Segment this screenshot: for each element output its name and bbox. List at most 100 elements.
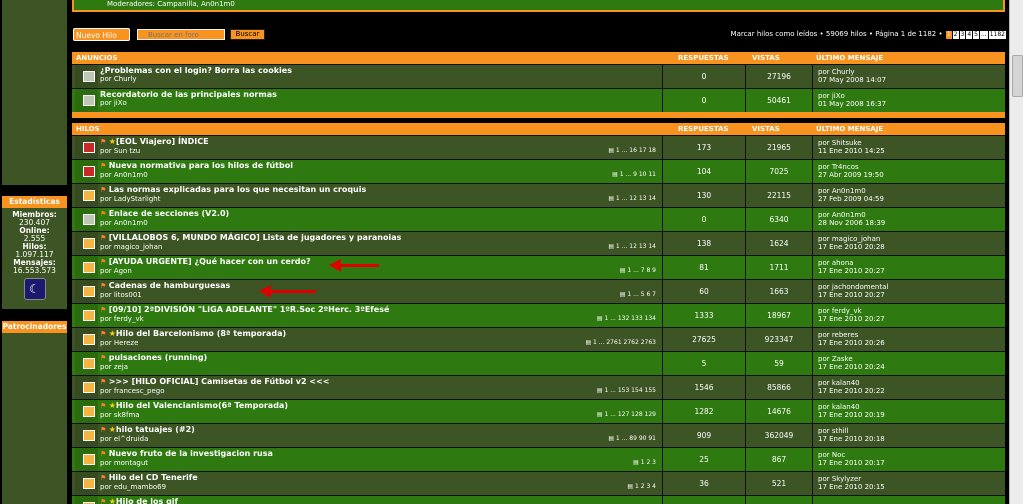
- thread-page-links[interactable]: ▤ 1 ... 5 6 7: [620, 291, 656, 298]
- thread-pages[interactable]: 1 ... 16 17 18: [616, 147, 656, 154]
- thread-author[interactable]: por jiXo: [100, 99, 660, 107]
- last-post-author[interactable]: por Zaske: [818, 355, 1002, 363]
- thread-author[interactable]: por Sun tzu: [100, 147, 660, 155]
- thread-title-link[interactable]: Recordatorio de las principales normas: [100, 90, 277, 99]
- last-post-author[interactable]: por kalan40: [818, 379, 1002, 387]
- thread-pages[interactable]: 1 2 3: [641, 459, 656, 466]
- thread-title-link[interactable]: Hilo del Valencianismo(6ª Temporada): [116, 401, 288, 410]
- thread-title-link[interactable]: [09/10] 2ªDIVISIÓN "LIGA ADELANTE" 1ºR.S…: [109, 305, 390, 314]
- eol-logo-icon[interactable]: ☾: [23, 278, 46, 300]
- thread-page-links[interactable]: ▤ 1 ... 12 13 14: [608, 195, 656, 202]
- thread-page-links[interactable]: ▤ 1 ... 153 154 155: [597, 387, 656, 394]
- thread-title-link[interactable]: pulsaciones (running): [109, 353, 207, 362]
- page-link[interactable]: 1: [945, 31, 952, 39]
- thread-pages[interactable]: 1 ... 12 13 14: [616, 243, 656, 250]
- last-post-author[interactable]: por jiXo: [818, 92, 1002, 100]
- last-post-author[interactable]: por An0n1m0: [818, 187, 1002, 195]
- thread-pages[interactable]: 1 2 3 4: [635, 483, 656, 490]
- search-button[interactable]: Buscar: [230, 29, 265, 40]
- thread-title-link[interactable]: Nuevo fruto de la investigacion rusa: [109, 449, 273, 458]
- last-post-author[interactable]: por An0n1m0: [818, 211, 1002, 219]
- thread-page-links[interactable]: ▤ 1 ... 127 128 129: [597, 411, 656, 418]
- thread-page-links[interactable]: ▤ 1 ... 132 133 134: [597, 315, 656, 322]
- thread-pages[interactable]: 1 ... 2761 2762 2763: [593, 339, 656, 346]
- thread-author[interactable]: por litos001: [100, 291, 660, 299]
- thread-topic-cell: ⚑ pulsaciones (running) por zeja: [100, 353, 660, 375]
- thread-title-link[interactable]: ¿Problemas con el login? Borra las cooki…: [100, 66, 292, 75]
- last-post-cell: por ferdy_vk 17 Ene 2010 20:27: [812, 304, 1002, 327]
- thread-pages[interactable]: 1 ... 153 154 155: [604, 387, 656, 394]
- thread-author[interactable]: por sk8fma: [100, 411, 660, 419]
- announcements-heading: ANUNCIOS: [76, 54, 118, 62]
- scrollbar-thumb[interactable]: [1012, 55, 1023, 97]
- page-link[interactable]: 2: [952, 31, 959, 39]
- last-post-author[interactable]: por kalan40: [818, 403, 1002, 411]
- thread-page-links[interactable]: ▤ 1 ... 89 90 91: [608, 435, 656, 442]
- thread-author[interactable]: por Churly: [100, 75, 660, 83]
- last-post-author[interactable]: por ahona: [818, 259, 1002, 267]
- last-post-author[interactable]: por Skylyzer: [818, 475, 1002, 483]
- thread-author[interactable]: por edu_mambo69: [100, 483, 660, 491]
- views-cell: 85866: [745, 376, 812, 399]
- thread-pages[interactable]: 1 ... 132 133 134: [604, 315, 656, 322]
- page-link[interactable]: 1182: [988, 31, 1006, 39]
- thread-author[interactable]: por Agon: [100, 267, 660, 275]
- thread-pages[interactable]: 1 ... 5 6 7: [627, 291, 656, 298]
- last-post-author[interactable]: por ferdy_vk: [818, 307, 1002, 315]
- thread-pages[interactable]: 1 ... 12 13 14: [616, 195, 656, 202]
- thread-author[interactable]: por An0n1m0: [100, 219, 660, 227]
- pager-text[interactable]: Marcar hilos como leídos • 59069 hilos •…: [731, 30, 943, 38]
- thread-title-link[interactable]: Nueva normativa para los hilos de fútbol: [109, 161, 293, 170]
- thread-author[interactable]: por el^druida: [100, 435, 660, 443]
- page-link[interactable]: 3: [959, 31, 966, 39]
- thread-pages[interactable]: 1 ... 9 10 11: [620, 171, 656, 178]
- views-cell: 18967: [745, 304, 812, 327]
- last-post-author[interactable]: por reberes: [818, 331, 1002, 339]
- red-arrow-annotation: [259, 285, 316, 298]
- thread-title-link[interactable]: [AYUDA URGENTE] ¿Qué hacer con un cerdo?: [109, 257, 311, 266]
- thread-title-link[interactable]: [EOL Viajero] ÍNDICE: [116, 137, 209, 146]
- thread-pages[interactable]: 1 ... 89 90 91: [616, 435, 656, 442]
- thread-title-link[interactable]: hilo tatuajes (#2): [116, 425, 195, 434]
- new-thread-button[interactable]: Nuevo Hilo: [73, 28, 130, 41]
- thread-page-links[interactable]: ▤ 1 ... 2761 2762 2763: [585, 339, 656, 346]
- thread-author[interactable]: por Hereze: [100, 339, 660, 347]
- last-post-author[interactable]: por Noc: [818, 451, 1002, 459]
- thread-title-link[interactable]: Cadenas de hamburguesas: [109, 281, 231, 290]
- page-link[interactable]: 4: [966, 31, 973, 39]
- thread-page-links[interactable]: ▤ 1 2 3 4: [627, 483, 656, 490]
- last-post-date: 17 Ene 2010 20:19: [818, 411, 885, 419]
- last-post-author[interactable]: por Tr4ncos: [818, 163, 1002, 171]
- thread-title-link[interactable]: Hilo de los gif: [116, 497, 178, 504]
- thread-author[interactable]: por francesc_pego: [100, 387, 660, 395]
- thread-title-link[interactable]: Hilo del Barcelonismo (8ª temporada): [116, 329, 286, 338]
- thread-title-link[interactable]: Hilo del CD Tenerife: [109, 473, 198, 482]
- thread-author[interactable]: por montagut: [100, 459, 660, 467]
- last-post-author[interactable]: por jachondomental: [818, 283, 1002, 291]
- thread-pages[interactable]: 1 ... 127 128 129: [604, 411, 656, 418]
- vertical-scrollbar[interactable]: [1009, 0, 1023, 504]
- last-post-author[interactable]: por Churly: [818, 68, 1002, 76]
- thread-page-links[interactable]: ▤ 1 ... 12 13 14: [608, 243, 656, 250]
- thread-status-cell: [75, 280, 98, 303]
- thread-page-links[interactable]: ▤ 1 2 3: [633, 459, 656, 466]
- thread-page-links[interactable]: ▤ 1 ... 16 17 18: [608, 147, 656, 154]
- thread-pages[interactable]: 1 ... 7 8 9: [627, 267, 656, 274]
- thread-title-link[interactable]: Enlace de secciones (V2.0): [109, 209, 229, 218]
- thread-author[interactable]: por ferdy_vk: [100, 315, 660, 323]
- last-post-author[interactable]: por sthill: [818, 427, 1002, 435]
- page-link[interactable]: 5: [973, 31, 979, 39]
- thread-author[interactable]: por LadyStarlight: [100, 195, 660, 203]
- thread-author[interactable]: por zeja: [100, 363, 660, 371]
- thread-page-links[interactable]: ▤ 1 ... 7 8 9: [620, 267, 656, 274]
- last-post-author[interactable]: por Shitsuke: [818, 139, 1002, 147]
- thread-author[interactable]: por An0n1m0: [100, 171, 660, 179]
- thread-title-link[interactable]: Las normas explicadas para los que neces…: [109, 185, 367, 194]
- thread-title-link[interactable]: [VILLALOBOS 6, MUNDO MÁGICO] Lista de ju…: [109, 233, 402, 242]
- thread-title-link[interactable]: >>> [HILO OFICIAL] Camisetas de Fútbol v…: [109, 377, 330, 386]
- thread-page-links[interactable]: ▤ 1 ... 9 10 11: [612, 171, 656, 178]
- thread-author[interactable]: por magico_johan: [100, 243, 660, 251]
- last-post-author[interactable]: por magico_johan: [818, 235, 1002, 243]
- forum-search-input[interactable]: [137, 29, 225, 40]
- last-post-date: 27 Feb 2009 04:59: [818, 195, 884, 203]
